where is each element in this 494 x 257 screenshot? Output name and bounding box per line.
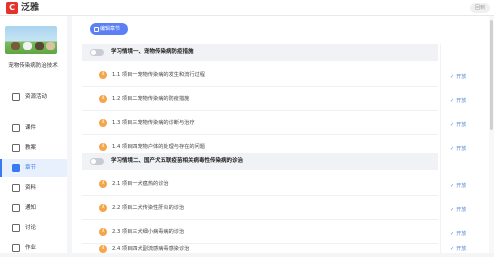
lesson-status-label: 开放 — [456, 231, 467, 237]
sidebar-item-label: 通知 — [25, 205, 37, 211]
top-right-button[interactable]: 回到 — [470, 3, 490, 13]
scrollbar-thumb[interactable] — [490, 20, 493, 130]
lesson-status-label: 开放 — [456, 98, 467, 104]
lesson-title[interactable]: 2.4 项目四犬副流感病毒感染诊治 — [112, 244, 189, 253]
top-bar: C 泛雅 回到 — [0, 0, 494, 16]
sidebar-item-label: 讨论 — [25, 225, 37, 231]
edit-icon — [94, 26, 99, 32]
sidebar-item-label: 教案 — [25, 145, 37, 151]
lesson-number-badge: 4 — [99, 228, 107, 236]
lesson-status[interactable]: ✓ 开放 — [450, 121, 466, 129]
lesson-number-badge: 4 — [99, 119, 107, 127]
lesson-title[interactable]: 1.1 项目一宠物传染病的发生和流行过程 — [112, 63, 205, 87]
lesson-number-badge: 4 — [99, 204, 107, 212]
edit-chapters-button[interactable]: 编辑章节 — [90, 23, 128, 35]
lesson-status-label: 开放 — [456, 74, 467, 80]
lesson-status[interactable]: ✓ 开放 — [450, 145, 466, 153]
sidebar-item-lesson-plan[interactable]: 教案 — [0, 139, 67, 157]
sidebar-item-discussion[interactable]: 讨论 — [0, 219, 67, 237]
lesson-status-label: 开放 — [456, 146, 467, 152]
sidebar-item-label: 资源活动 — [25, 94, 48, 100]
sidebar-item-chapters[interactable]: 章节 — [0, 159, 67, 177]
check-icon: ✓ — [450, 246, 455, 252]
check-icon: ✓ — [450, 98, 455, 104]
lesson-title[interactable]: 2.1 项目一犬瘟热的诊治 — [112, 172, 169, 196]
chapter-header[interactable]: 学习情境二、国产犬五联疫苗相关病毒性传染病的诊治 — [82, 153, 438, 170]
lesson-status[interactable]: ✓ 开放 — [450, 230, 466, 238]
book-icon — [12, 144, 20, 152]
lesson-status[interactable]: ✓ 开放 — [450, 73, 466, 81]
chapter-title: 学习情境一、宠物传染病防疫措施 — [111, 49, 194, 55]
lesson-title[interactable]: 2.2 项目二犬传染性肝炎的诊治 — [112, 196, 184, 220]
course-cover-image — [5, 26, 57, 54]
sidebar-item-label: 章节 — [25, 165, 37, 171]
brand-name: 泛雅 — [21, 3, 40, 13]
chapter-header[interactable]: 学习情境一、宠物传染病防疫措施 — [82, 44, 438, 61]
check-icon: ✓ — [450, 74, 455, 80]
course-name: 宠物传染病防治技术 — [8, 63, 58, 69]
lesson-number-badge: 4 — [99, 95, 107, 103]
chapter-toggle[interactable] — [90, 158, 104, 165]
dog-figure-icon — [46, 42, 55, 50]
lesson-row[interactable]: 4 1.1 项目一宠物传染病的发生和流行过程 — [82, 63, 438, 87]
lesson-status-label: 开放 — [456, 122, 467, 128]
cat-figure-icon — [35, 42, 44, 50]
lesson-status[interactable]: ✓ 开放 — [450, 97, 466, 105]
homework-icon — [12, 244, 20, 252]
lesson-row[interactable]: 4 2.2 项目二犬传染性肝炎的诊治 — [82, 196, 438, 220]
check-icon: ✓ — [450, 183, 455, 189]
chapter-list-icon — [12, 164, 20, 172]
lesson-row[interactable]: 4 1.2 项目二宠物传染病的防疫措施 — [82, 87, 438, 111]
sidebar-item-resources[interactable]: 资源活动 — [0, 88, 67, 106]
chat-icon — [12, 224, 20, 232]
check-icon: ✓ — [450, 207, 455, 213]
lesson-number-badge: 4 — [99, 71, 107, 79]
lesson-row[interactable]: 4 1.3 项目三宠物传染病的诊断与治疗 — [82, 111, 438, 135]
lesson-number-badge: 4 — [99, 143, 107, 151]
edit-chapters-label: 编辑章节 — [100, 26, 121, 32]
sidebar-item-materials[interactable]: 资料 — [0, 179, 67, 197]
brand-logo-icon[interactable]: C — [6, 2, 18, 14]
lesson-number-badge: 4 — [99, 180, 107, 188]
chapter-panel: 编辑章节 学习情境一、宠物传染病防疫措施 4 1.1 项目一宠物传染病的发生和流… — [72, 16, 489, 253]
lesson-title[interactable]: 1.3 项目三宠物传染病的诊断与治疗 — [112, 111, 195, 135]
check-icon: ✓ — [450, 122, 455, 128]
lesson-status-label: 开放 — [456, 246, 467, 252]
lesson-status-label: 开放 — [456, 183, 467, 189]
check-icon: ✓ — [450, 231, 455, 237]
lesson-number-badge: 4 — [99, 245, 107, 253]
lesson-status-label: 开放 — [456, 207, 467, 213]
document-icon — [12, 124, 20, 132]
sidebar-item-label: 课件 — [25, 125, 37, 131]
sidebar-item-label: 资料 — [25, 185, 37, 191]
dog-figure-icon — [11, 42, 20, 50]
lesson-status[interactable]: ✓ 开放 — [450, 182, 466, 190]
lesson-status[interactable]: ✓ 开放 — [450, 245, 466, 253]
sidebar-item-homework[interactable]: 作业 — [0, 239, 67, 257]
megaphone-icon — [12, 204, 20, 212]
lesson-title[interactable]: 2.3 项目三犬细小病毒病的诊治 — [112, 220, 184, 244]
lesson-row[interactable]: 4 2.4 项目四犬副流感病毒感染诊治 — [82, 244, 438, 253]
sidebar-item-courseware[interactable]: 课件 — [0, 119, 67, 137]
lesson-row[interactable]: 4 2.3 项目三犬细小病毒病的诊治 — [82, 220, 438, 244]
lesson-row[interactable]: 4 2.1 项目一犬瘟热的诊治 — [82, 172, 438, 196]
lesson-title[interactable]: 1.2 项目二宠物传染病的防疫措施 — [112, 87, 189, 111]
chapter-title: 学习情境二、国产犬五联疫苗相关病毒性传染病的诊治 — [111, 158, 244, 164]
check-icon: ✓ — [450, 146, 455, 152]
dog-figure-icon — [23, 42, 32, 50]
sidebar-item-label: 作业 — [25, 245, 37, 251]
sidebar-item-notices[interactable]: 通知 — [0, 199, 67, 217]
folder-icon — [12, 184, 20, 192]
sidebar: 宠物传染病防治技术 资源活动 课件 教案 章节 资料 通知 讨论 作业 — [0, 16, 67, 253]
chapter-toggle[interactable] — [90, 49, 104, 56]
grid-icon — [12, 93, 20, 101]
lesson-status[interactable]: ✓ 开放 — [450, 206, 466, 214]
